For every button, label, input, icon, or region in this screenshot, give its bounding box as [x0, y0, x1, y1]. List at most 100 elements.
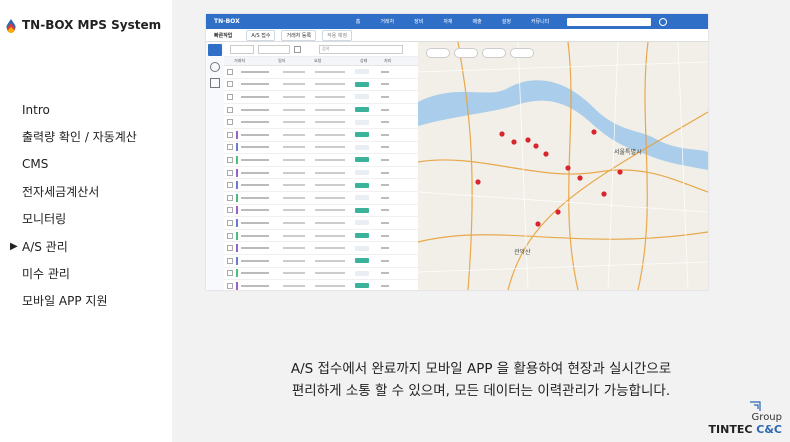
- row-action[interactable]: [381, 83, 389, 86]
- map-marker-icon[interactable]: [617, 169, 623, 175]
- row-status-badge[interactable]: [355, 157, 369, 163]
- table-row[interactable]: [224, 104, 418, 117]
- list-icon[interactable]: [210, 78, 220, 88]
- sidebar-item-mobile[interactable]: 모바일 APP 지원: [10, 287, 137, 314]
- row-action[interactable]: [381, 284, 389, 287]
- row-checkbox[interactable]: [227, 270, 233, 277]
- type-select[interactable]: [258, 44, 290, 54]
- row-action[interactable]: [381, 70, 389, 73]
- table-row[interactable]: [224, 255, 418, 268]
- nav-tab-client[interactable]: 거래처: [380, 18, 394, 25]
- table-row[interactable]: [224, 280, 418, 290]
- map-marker-icon[interactable]: [577, 175, 583, 181]
- row-checkbox[interactable]: [227, 106, 233, 113]
- row-checkbox[interactable]: [227, 245, 233, 252]
- row-action[interactable]: [381, 221, 389, 224]
- row-checkbox[interactable]: [227, 182, 233, 189]
- sidebar-item-output[interactable]: 출력량 확인 / 자동계산: [10, 123, 137, 150]
- row-status-badge[interactable]: [355, 195, 369, 201]
- sidebar-item-intro[interactable]: Intro: [10, 96, 137, 123]
- map-marker-icon[interactable]: [535, 221, 541, 227]
- map-marker-icon[interactable]: [601, 191, 607, 197]
- nav-tab-device[interactable]: 장비: [414, 18, 423, 25]
- map-marker-icon[interactable]: [525, 137, 531, 143]
- nav-tab-settings[interactable]: 설정: [502, 18, 511, 25]
- map-marker-icon[interactable]: [511, 139, 517, 145]
- row-status-badge[interactable]: [355, 107, 369, 113]
- table-row[interactable]: [224, 142, 418, 155]
- row-action[interactable]: [381, 234, 389, 237]
- row-status-badge[interactable]: [355, 220, 369, 226]
- sidebar-item-receivable[interactable]: 미수 관리: [10, 260, 137, 287]
- row-status-badge[interactable]: [355, 270, 369, 276]
- row-checkbox[interactable]: [227, 81, 233, 88]
- row-checkbox[interactable]: [227, 257, 233, 264]
- table-row[interactable]: [224, 167, 418, 180]
- row-status-badge[interactable]: [355, 81, 369, 87]
- table-row[interactable]: [224, 79, 418, 92]
- row-checkbox[interactable]: [227, 194, 233, 201]
- subnav-tab-as[interactable]: A/S 접수: [246, 29, 276, 41]
- row-status-badge[interactable]: [355, 132, 369, 138]
- row-status-badge[interactable]: [355, 283, 369, 289]
- row-checkbox[interactable]: [227, 144, 233, 151]
- row-status-badge[interactable]: [355, 69, 369, 75]
- wrench-icon[interactable]: [208, 44, 222, 56]
- map-marker-icon[interactable]: [555, 209, 561, 215]
- table-row[interactable]: [224, 205, 418, 218]
- person-icon[interactable]: [210, 62, 220, 72]
- sidebar-item-as[interactable]: ▶ A/S 관리: [10, 232, 137, 259]
- row-status-badge[interactable]: [355, 182, 369, 188]
- table-row[interactable]: [224, 116, 418, 129]
- row-checkbox[interactable]: [227, 207, 233, 214]
- nav-tab-material[interactable]: 자재: [443, 18, 452, 25]
- nav-tab-home[interactable]: 홈: [356, 18, 361, 25]
- map-marker-icon[interactable]: [543, 151, 549, 157]
- table-row[interactable]: [224, 217, 418, 230]
- table-search-input[interactable]: 검색: [319, 44, 403, 54]
- nav-tab-sales[interactable]: 매출: [473, 18, 482, 25]
- map-filter-button[interactable]: [482, 48, 506, 58]
- row-action[interactable]: [381, 196, 389, 199]
- row-checkbox[interactable]: [227, 282, 233, 289]
- table-row[interactable]: [224, 179, 418, 192]
- map-marker-icon[interactable]: [591, 129, 597, 135]
- row-checkbox[interactable]: [227, 93, 233, 100]
- map-marker-icon[interactable]: [475, 179, 481, 185]
- row-action[interactable]: [381, 108, 389, 111]
- row-action[interactable]: [381, 259, 389, 262]
- table-row[interactable]: [224, 242, 418, 255]
- row-checkbox[interactable]: [227, 156, 233, 163]
- subnav-tab-planned[interactable]: 적용 예정: [322, 29, 353, 41]
- table-row[interactable]: [224, 129, 418, 142]
- map-filter-button[interactable]: [510, 48, 534, 58]
- map-marker-icon[interactable]: [499, 131, 505, 137]
- row-action[interactable]: [381, 133, 389, 136]
- row-action[interactable]: [381, 171, 389, 174]
- row-checkbox[interactable]: [227, 219, 233, 226]
- sidebar-item-etax[interactable]: 전자세금계산서: [10, 178, 137, 205]
- map-filter-button[interactable]: [426, 48, 450, 58]
- sidebar-item-cms[interactable]: CMS: [10, 151, 137, 178]
- sidebar-item-monitoring[interactable]: 모니터링: [10, 205, 137, 232]
- table-row[interactable]: [224, 230, 418, 243]
- row-checkbox[interactable]: [227, 232, 233, 239]
- row-status-badge[interactable]: [355, 233, 369, 239]
- date-select[interactable]: [230, 44, 254, 54]
- row-status-badge[interactable]: [355, 170, 369, 176]
- row-action[interactable]: [381, 209, 389, 212]
- row-action[interactable]: [381, 146, 389, 149]
- row-status-badge[interactable]: [355, 245, 369, 251]
- user-icon[interactable]: [659, 17, 668, 26]
- row-status-badge[interactable]: [355, 207, 369, 213]
- row-action[interactable]: [381, 158, 389, 161]
- row-checkbox[interactable]: [227, 131, 233, 138]
- table-row[interactable]: [224, 91, 418, 104]
- map-marker-icon[interactable]: [533, 143, 539, 149]
- row-checkbox[interactable]: [227, 169, 233, 176]
- row-status-badge[interactable]: [355, 119, 369, 125]
- row-action[interactable]: [381, 121, 389, 124]
- table-row[interactable]: [224, 268, 418, 281]
- map-marker-icon[interactable]: [565, 165, 571, 171]
- row-action[interactable]: [381, 247, 389, 250]
